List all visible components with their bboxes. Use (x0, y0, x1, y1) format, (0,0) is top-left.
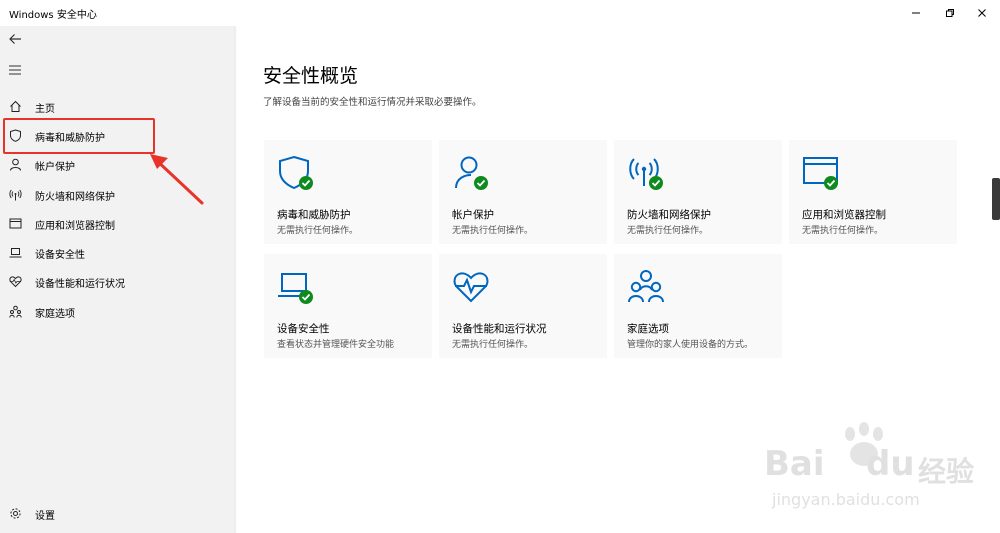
page-title: 安全性概览 (263, 65, 359, 87)
sidebar: 主页 病毒和威胁防护 帐户保护 防火墙和网络保护 应用和浏览器控制 设备安全性 (0, 26, 234, 533)
card-description: 无需执行任何操作。 (452, 340, 534, 350)
sidebar-item-label: 设备安全性 (35, 250, 85, 261)
laptop-icon (8, 245, 22, 259)
laptop-check-icon (278, 273, 313, 304)
card-title: 家庭选项 (627, 323, 669, 335)
family-icon (8, 304, 22, 318)
watermark-brand-b: du (866, 444, 915, 484)
card-title: 帐户保护 (452, 209, 494, 221)
sidebar-item-family-options[interactable]: 家庭选项 (0, 297, 234, 325)
card-firewall[interactable]: 防火墙和网络保护 无需执行任何操作。 (614, 140, 782, 244)
annotation-highlight-box (3, 118, 155, 154)
card-title: 应用和浏览器控制 (802, 209, 886, 221)
wifi-check-icon (629, 158, 663, 190)
sidebar-item-home[interactable]: 主页 (0, 92, 234, 120)
card-virus-protection[interactable]: 病毒和威胁防护 无需执行任何操作。 (264, 140, 432, 244)
heart-icon (8, 274, 22, 288)
sidebar-item-device-security[interactable]: 设备安全性 (0, 238, 234, 266)
card-title: 设备安全性 (277, 323, 330, 335)
sidebar-item-app-browser-control[interactable]: 应用和浏览器控制 (0, 209, 234, 237)
restore-icon (946, 9, 954, 17)
home-icon (8, 99, 22, 113)
wifi-icon (8, 187, 22, 201)
sidebar-item-label: 主页 (35, 104, 55, 115)
card-device-security[interactable]: 设备安全性 查看状态并管理硬件安全功能 (264, 254, 432, 358)
page-subtitle: 了解设备当前的安全性和运行情况并采取必要操作。 (263, 97, 482, 108)
back-arrow-icon (9, 34, 21, 44)
scroll-handle[interactable] (992, 178, 1000, 220)
card-description: 管理你的家人使用设备的方式。 (627, 340, 754, 350)
sidebar-item-label: 帐户保护 (35, 162, 75, 173)
card-description: 无需执行任何操作。 (277, 226, 359, 236)
family-icon (628, 270, 664, 303)
card-title: 防火墙和网络保护 (627, 209, 711, 221)
card-app-browser-control[interactable]: 应用和浏览器控制 无需执行任何操作。 (789, 140, 957, 244)
card-description: 无需执行任何操作。 (627, 226, 709, 236)
sidebar-item-device-performance[interactable]: 设备性能和运行状况 (0, 267, 234, 295)
maximize-button[interactable] (932, 0, 968, 26)
window-title: Windows 安全中心 (9, 10, 97, 21)
card-title: 病毒和威胁防护 (277, 209, 351, 221)
sidebar-item-label: 设备性能和运行状况 (35, 279, 125, 290)
minimize-button[interactable] (898, 0, 934, 26)
card-description: 查看状态并管理硬件安全功能 (277, 340, 395, 350)
close-icon (978, 9, 986, 17)
watermark-brand-a: Bai (764, 444, 825, 484)
card-description: 无需执行任何操作。 (452, 226, 534, 236)
watermark-brand-cn: 经验 (918, 455, 975, 488)
app-window-icon (8, 216, 22, 230)
close-button[interactable] (964, 0, 1000, 26)
sidebar-item-settings[interactable]: 设置 (0, 499, 234, 527)
card-account-protection[interactable]: 帐户保护 无需执行任何操作。 (439, 140, 607, 244)
sidebar-item-label: 家庭选项 (35, 309, 75, 320)
person-check-icon (455, 156, 488, 190)
shield-check-icon (279, 155, 313, 190)
sidebar-item-label: 设置 (35, 511, 55, 522)
card-family-options[interactable]: 家庭选项 管理你的家人使用设备的方式。 (614, 254, 782, 358)
watermark-url: jingyan.baidu.com (772, 490, 920, 509)
gear-icon (8, 506, 22, 520)
baidu-watermark: Bai du 经验 jingyan.baidu.com (760, 420, 996, 520)
person-icon (8, 157, 22, 171)
card-title: 设备性能和运行状况 (452, 323, 547, 335)
card-description: 无需执行任何操作。 (802, 226, 884, 236)
minimize-icon (912, 12, 920, 14)
card-device-performance[interactable]: 设备性能和运行状况 无需执行任何操作。 (439, 254, 607, 358)
title-bar: Windows 安全中心 (0, 0, 1000, 26)
heart-pulse-icon (453, 272, 489, 303)
hamburger-icon (9, 65, 21, 75)
app-window-check-icon (803, 157, 838, 190)
back-button[interactable] (4, 28, 26, 50)
sidebar-item-label: 应用和浏览器控制 (35, 221, 115, 232)
hamburger-menu-button[interactable] (4, 59, 26, 81)
sidebar-item-label: 防火墙和网络保护 (35, 192, 115, 203)
annotation-arrow-icon (150, 154, 204, 205)
